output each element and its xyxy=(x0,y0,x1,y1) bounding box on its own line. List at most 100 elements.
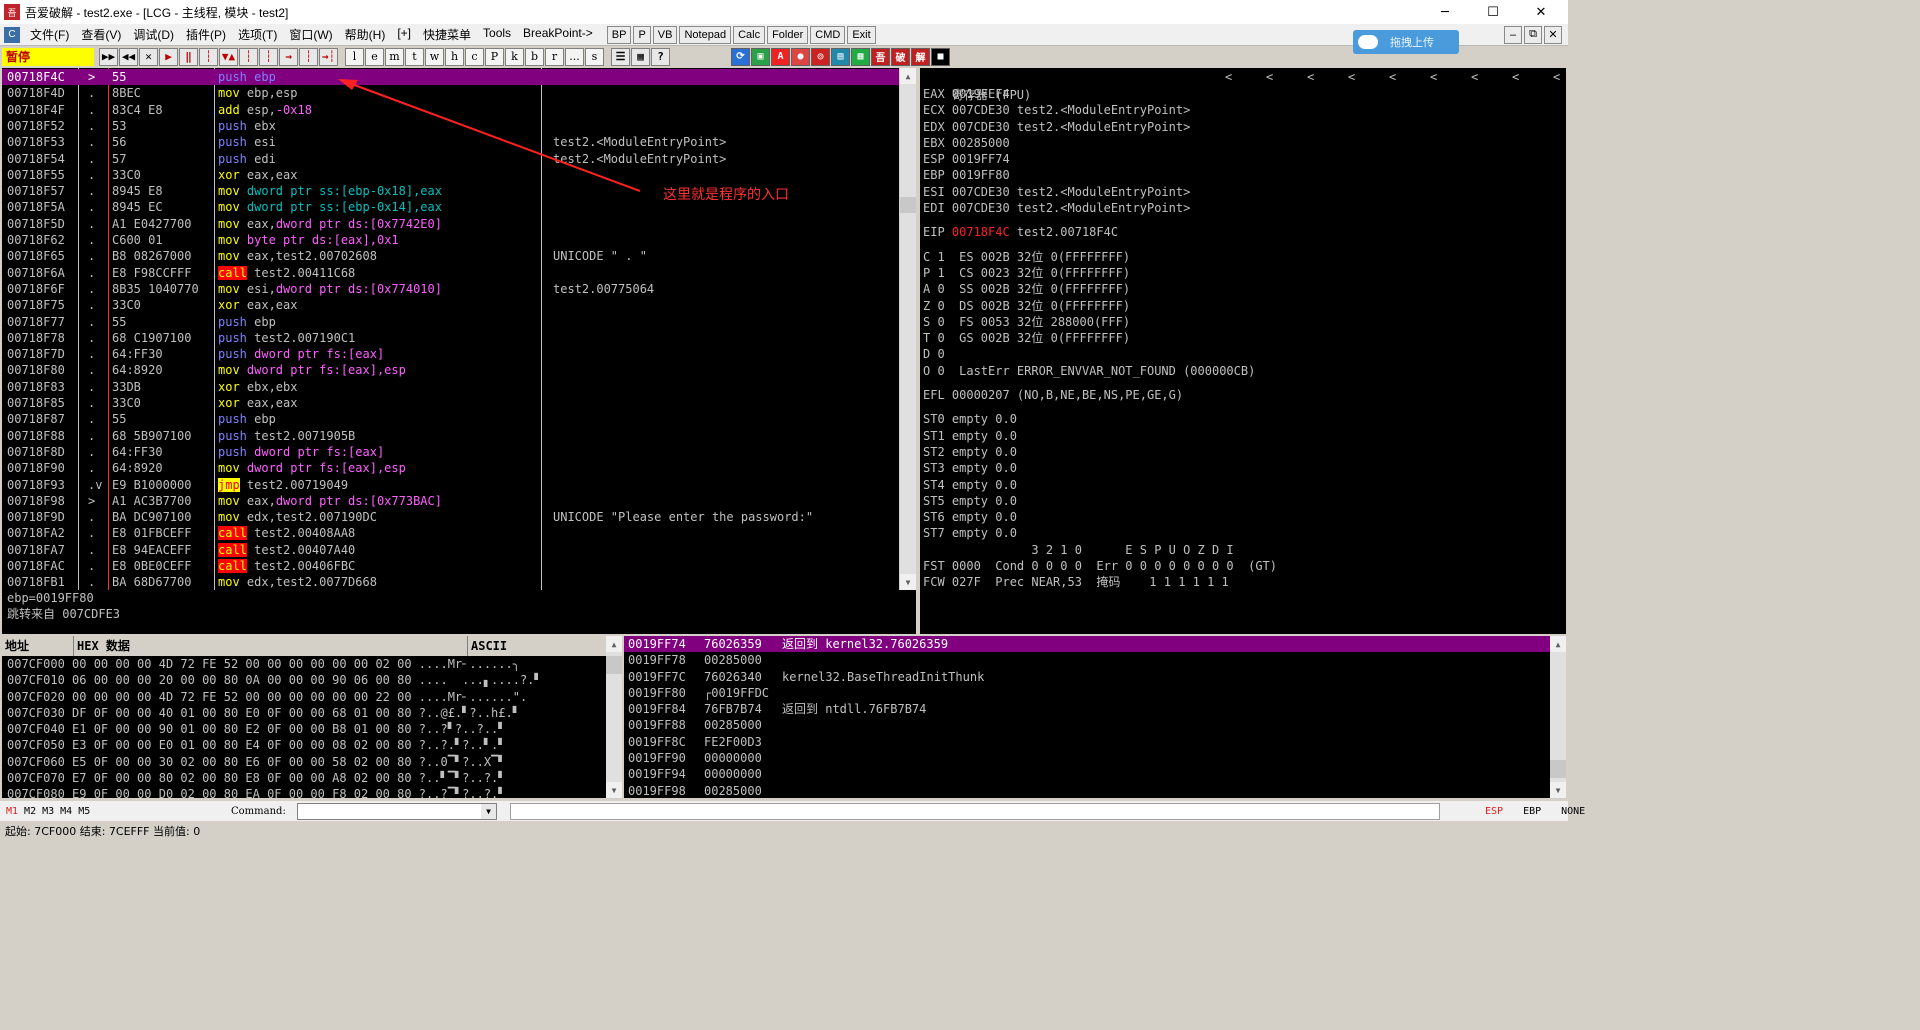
window-shortcut-button[interactable]: r xyxy=(545,47,564,66)
debug-tool-icon[interactable]: ┆ xyxy=(299,47,318,66)
window-shortcut-button[interactable]: e xyxy=(365,47,384,66)
disassembly-scrollbar[interactable]: ▲ ▼ xyxy=(900,68,916,590)
dump-row[interactable]: 007CF040 E1 0F 00 00 90 01 00 80 E2 0F 0… xyxy=(2,721,606,737)
plugin-icon[interactable]: ⟳ xyxy=(731,47,750,66)
dump-col-address[interactable]: 地址 xyxy=(2,636,74,656)
register-line[interactable]: EBX 00285000 xyxy=(920,135,1566,151)
register-line[interactable]: ST2 empty 0.0 xyxy=(920,444,1566,460)
plugin-icon[interactable]: 解 xyxy=(911,47,930,66)
debug-tool-icon[interactable]: → xyxy=(279,47,298,66)
register-line[interactable]: ESI 007CDE30 test2.<ModuleEntryPoint> xyxy=(920,184,1566,200)
register-line[interactable] xyxy=(920,403,1566,411)
close-button[interactable]: ✕ xyxy=(1518,0,1564,24)
debug-tool-icon[interactable]: ▶▶ xyxy=(99,47,118,66)
debug-tool-icon[interactable]: ▶ xyxy=(159,47,178,66)
mdi-control-button[interactable]: – xyxy=(1504,25,1522,44)
scroll-down-icon[interactable]: ▼ xyxy=(1550,782,1566,798)
window-shortcut-button[interactable]: h xyxy=(445,47,464,66)
register-line[interactable]: ST3 empty 0.0 xyxy=(920,460,1566,476)
dump-row[interactable]: 007CF080 E9 0F 00 00 D0 02 00 80 EA 0F 0… xyxy=(2,786,606,798)
debug-tool-icon[interactable]: ‖ xyxy=(179,47,198,66)
toolbar-button-calc[interactable]: Calc xyxy=(733,25,766,44)
register-line[interactable]: ST0 empty 0.0 xyxy=(920,411,1566,427)
stack-scrollbar[interactable]: ▲ ▼ xyxy=(1550,636,1566,798)
register-line[interactable]: A 0 SS 002B 32位 0(FFFFFFFF) xyxy=(920,281,1566,297)
stack-row[interactable]: 0019FF74 76026359 返回到 kernel32.76026359 xyxy=(624,636,1550,653)
memory-tab[interactable]: M2 xyxy=(24,806,36,817)
register-line[interactable]: EIP 00718F4C test2.00718F4C xyxy=(920,224,1566,240)
command-input[interactable]: ▼ xyxy=(297,803,497,820)
plugin-icon[interactable]: ■ xyxy=(931,47,950,66)
menu-item[interactable]: 调试(D) xyxy=(127,26,180,43)
register-line[interactable]: EFL 00000207 (NO,B,NE,BE,NS,PE,GE,G) xyxy=(920,387,1566,403)
collapse-chevron-icon[interactable]: < xyxy=(1512,68,1519,86)
stack-row[interactable]: 0019FF8C FE2F00D3 xyxy=(624,734,1550,750)
stack-row[interactable]: 0019FF88 00285000 xyxy=(624,717,1550,733)
register-line[interactable]: ST5 empty 0.0 xyxy=(920,493,1566,509)
menu-item[interactable]: Tools xyxy=(477,26,517,43)
register-line[interactable]: EDX 007CDE30 test2.<ModuleEntryPoint> xyxy=(920,119,1566,135)
toolbar-button-folder[interactable]: Folder xyxy=(767,25,809,44)
menu-item[interactable]: BreakPoint-> xyxy=(517,26,599,43)
menu-item[interactable]: 查看(V) xyxy=(75,26,127,43)
upload-button[interactable]: 拖拽上传 xyxy=(1353,30,1459,54)
toolbar-button-cmd[interactable]: CMD xyxy=(810,25,846,44)
memory-tab[interactable]: M5 xyxy=(78,806,90,817)
dump-col-hex[interactable]: HEX 数据 xyxy=(74,636,468,656)
window-shortcut-button[interactable]: b xyxy=(525,47,544,66)
memory-tab[interactable]: M3 xyxy=(42,806,54,817)
window-shortcut-button[interactable]: s xyxy=(585,47,604,66)
menu-item[interactable]: 选项(T) xyxy=(232,26,283,43)
window-shortcut-button[interactable]: k xyxy=(505,47,524,66)
stack-row[interactable]: 0019FF94 00000000 xyxy=(624,766,1550,782)
collapse-chevron-icon[interactable]: < xyxy=(1471,68,1478,86)
plugin-icon[interactable]: A xyxy=(771,47,790,66)
menu-item[interactable]: 窗口(W) xyxy=(283,26,338,43)
register-line[interactable]: C 1 ES 002B 32位 0(FFFFFFFF) xyxy=(920,249,1566,265)
disassembly-pane[interactable]: 00718F4C >55 push ebp 00718F4D. 8BEC mov ebp,… xyxy=(2,68,899,590)
register-line[interactable]: P 1 CS 0023 32位 0(FFFFFFFF) xyxy=(920,265,1566,281)
window-shortcut-button[interactable]: t xyxy=(405,47,424,66)
command-output-field[interactable] xyxy=(510,803,1440,820)
collapse-chevron-icon[interactable]: < xyxy=(1348,68,1355,86)
menu-item[interactable]: 帮助(H) xyxy=(339,26,392,43)
stack-row[interactable]: 0019FF84 76FB7B74 返回到 ntdll.76FB7B74 xyxy=(624,701,1550,717)
mdi-control-button[interactable]: ✕ xyxy=(1544,25,1562,44)
toolbar-button-bp[interactable]: BP xyxy=(606,25,632,44)
stack-mode-none[interactable]: NONE xyxy=(1561,806,1585,817)
memory-tab[interactable]: M4 xyxy=(60,806,72,817)
stack-pane[interactable]: 0019FF74 76026359 返回到 kernel32.76026359 001… xyxy=(624,636,1550,798)
register-line[interactable]: 3 2 1 0 E S P U O Z D I xyxy=(920,542,1566,558)
collapse-chevron-icon[interactable]: < xyxy=(1307,68,1314,86)
plugin-icon[interactable]: ▤ xyxy=(831,47,850,66)
register-line[interactable]: FST 0000 Cond 0 0 0 0 Err 0 0 0 0 0 0 0 … xyxy=(920,558,1566,574)
dump-row[interactable]: 007CF010 06 00 00 00 20 00 00 80 0A 00 0… xyxy=(2,672,606,688)
memory-tab[interactable]: M1 xyxy=(6,806,18,817)
toolbar-extra-icon[interactable]: ☰ xyxy=(611,47,630,66)
debug-tool-icon[interactable]: ┆ xyxy=(239,47,258,66)
plugin-icon[interactable]: 吾 xyxy=(871,47,890,66)
toolbar-button-vb[interactable]: VB xyxy=(652,25,678,44)
plugin-icon[interactable]: 破 xyxy=(891,47,910,66)
register-line[interactable] xyxy=(920,216,1566,224)
debug-tool-icon[interactable]: ◀◀ xyxy=(119,47,138,66)
window-shortcut-button[interactable]: l xyxy=(345,47,364,66)
registers-pane[interactable]: 寄存器 (FPU) < < < < < < < < < EAX 0019FEF4 ECX 007C… xyxy=(920,68,1566,634)
register-line[interactable]: O 0 LastErr ERROR_ENVVAR_NOT_FOUND (0000… xyxy=(920,363,1566,379)
toolbar-extra-icon[interactable]: ? xyxy=(651,47,670,66)
menu-item[interactable]: [+] xyxy=(391,26,417,43)
menu-item[interactable]: 文件(F) xyxy=(24,26,75,43)
register-line[interactable]: ECX 007CDE30 test2.<ModuleEntryPoint> xyxy=(920,102,1566,118)
toolbar-button-p[interactable]: P xyxy=(633,25,651,44)
register-line[interactable]: ST6 empty 0.0 xyxy=(920,509,1566,525)
maximize-button[interactable]: ☐ xyxy=(1470,0,1516,24)
toolbar-button-notepad[interactable]: Notepad xyxy=(679,25,732,44)
register-line[interactable]: EDI 007CDE30 test2.<ModuleEntryPoint> xyxy=(920,200,1566,216)
collapse-chevron-icon[interactable]: < xyxy=(1430,68,1437,86)
register-line[interactable] xyxy=(920,241,1566,249)
debug-tool-icon[interactable]: ┆ xyxy=(259,47,278,66)
chevron-down-icon[interactable]: ▼ xyxy=(481,804,496,819)
debug-tool-icon[interactable]: →┆ xyxy=(319,47,338,66)
menu-item[interactable]: 快捷菜单 xyxy=(417,26,477,43)
scroll-down-icon[interactable]: ▼ xyxy=(900,574,916,590)
